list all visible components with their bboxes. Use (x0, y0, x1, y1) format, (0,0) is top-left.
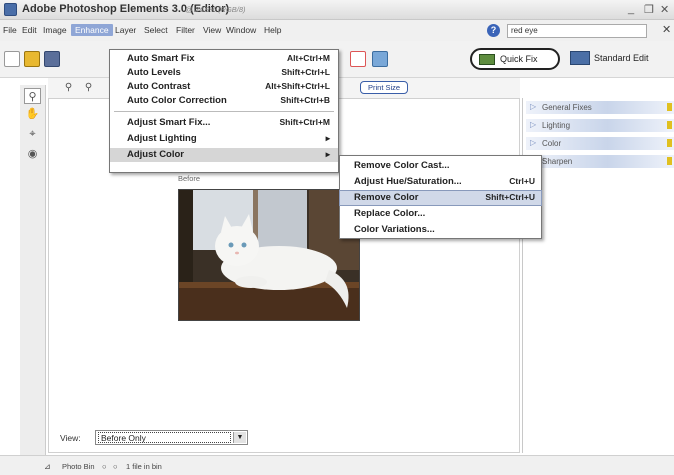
before-label: Before (178, 174, 201, 183)
menu-file[interactable]: File (3, 25, 17, 35)
save-icon[interactable] (44, 51, 60, 67)
menu-item-auto-color-correction[interactable]: Auto Color Correction Shift+Ctrl+B (110, 94, 338, 108)
menu-enhance[interactable]: Enhance (71, 24, 113, 36)
minimize-icon[interactable]: _ (628, 3, 634, 15)
close-document-icon[interactable]: ✕ (662, 23, 671, 36)
menu-help[interactable]: Help (264, 25, 281, 35)
menu-view[interactable]: View (203, 25, 221, 35)
chevron-down-icon: ▼ (233, 432, 246, 443)
crop-tool-icon[interactable]: ⌖ (24, 126, 41, 142)
palette-marker (667, 121, 672, 129)
bin-next-icon[interactable]: ○ (113, 462, 118, 471)
palette-sharpen[interactable]: ▷ Sharpen (526, 155, 674, 169)
palette-bin (522, 98, 674, 453)
window-subtitle: @ 24.9% (RGB/8) (185, 5, 246, 14)
maximize-icon[interactable]: ❐ (644, 3, 654, 16)
quick-fix-icon (479, 54, 495, 65)
photo-browser-icon[interactable] (372, 51, 388, 67)
menu-select[interactable]: Select (144, 25, 168, 35)
menu-item-color-variations[interactable]: Color Variations... (340, 223, 541, 237)
standard-edit-label: Standard Edit (594, 53, 649, 63)
palette-marker (667, 139, 672, 147)
print-size-button[interactable]: Print Size (360, 81, 409, 94)
close-window-icon[interactable]: ✕ (660, 3, 669, 16)
adjust-color-submenu: Remove Color Cast... Adjust Hue/Saturati… (339, 155, 542, 239)
bin-prev-icon[interactable]: ○ (102, 462, 107, 471)
photo-bin-toggle-icon[interactable]: ⊿ (44, 462, 51, 471)
quick-fix-label: Quick Fix (500, 54, 538, 64)
menu-item-auto-levels[interactable]: Auto Levels Shift+Ctrl+L (110, 66, 338, 80)
expand-arrow-icon: ▷ (530, 138, 537, 147)
zoom-tool-icon[interactable]: ⚲ (24, 88, 41, 104)
menu-item-adjust-lighting[interactable]: Adjust Lighting ▸ (110, 132, 338, 146)
app-icon (4, 3, 17, 16)
photo-bin-label[interactable]: Photo Bin (62, 462, 95, 471)
menu-item-adjust-smart-fix[interactable]: Adjust Smart Fix... Shift+Ctrl+M (110, 116, 338, 130)
title-bar: Adobe Photoshop Elements 3.0 (Editor) @ … (0, 0, 674, 20)
menu-image[interactable]: Image (43, 25, 67, 35)
files-in-bin-label: 1 file in bin (126, 462, 162, 471)
menu-item-auto-smart-fix[interactable]: Auto Smart Fix Alt+Ctrl+M (110, 52, 338, 66)
menu-edit[interactable]: Edit (22, 25, 37, 35)
standard-edit-icon (570, 51, 590, 65)
open-folder-icon[interactable] (24, 51, 40, 67)
new-file-icon[interactable] (4, 51, 20, 67)
submenu-arrow-icon: ▸ (325, 133, 330, 143)
zoom-in-icon[interactable]: ⚲ (62, 82, 75, 95)
hand-tool-icon[interactable]: ✋ (24, 106, 41, 122)
menu-item-adjust-color[interactable]: Adjust Color ▸ (110, 148, 338, 162)
quick-fix-button[interactable]: Quick Fix (470, 48, 560, 70)
palette-general-fixes[interactable]: ▷ General Fixes (526, 101, 674, 115)
menu-item-remove-color-cast[interactable]: Remove Color Cast... (340, 159, 541, 173)
palette-marker (667, 157, 672, 165)
view-select[interactable]: Before Only ▼ (95, 430, 248, 445)
submenu-arrow-icon: ▸ (325, 149, 330, 159)
view-label: View: (60, 433, 81, 443)
palette-color[interactable]: ▷ Color (526, 137, 674, 151)
menu-item-auto-contrast[interactable]: Auto Contrast Alt+Shift+Ctrl+L (110, 80, 338, 94)
enhance-menu: Auto Smart Fix Alt+Ctrl+M Auto Levels Sh… (109, 49, 339, 173)
help-icon[interactable]: ? (487, 24, 500, 37)
menu-item-remove-color[interactable]: Remove Color Shift+Ctrl+U (339, 190, 542, 206)
expand-arrow-icon: ▷ (530, 102, 537, 111)
palette-lighting[interactable]: ▷ Lighting (526, 119, 674, 133)
menu-item-adjust-hue-saturation[interactable]: Adjust Hue/Saturation... Ctrl+U (340, 175, 541, 189)
menu-layer[interactable]: Layer (115, 25, 136, 35)
menu-filter[interactable]: Filter (176, 25, 195, 35)
help-search-input[interactable]: red eye (507, 24, 647, 38)
undo-icon[interactable] (350, 51, 366, 67)
red-eye-tool-icon[interactable]: ◉ (24, 146, 41, 162)
menu-window[interactable]: Window (226, 25, 256, 35)
menu-separator (114, 111, 334, 112)
cat-photo (178, 189, 360, 321)
palette-marker (667, 103, 672, 111)
zoom-out-icon[interactable]: ⚲ (82, 82, 95, 95)
view-select-value: Before Only (98, 432, 231, 443)
expand-arrow-icon: ▷ (530, 120, 537, 129)
menu-item-replace-color[interactable]: Replace Color... (340, 207, 541, 221)
